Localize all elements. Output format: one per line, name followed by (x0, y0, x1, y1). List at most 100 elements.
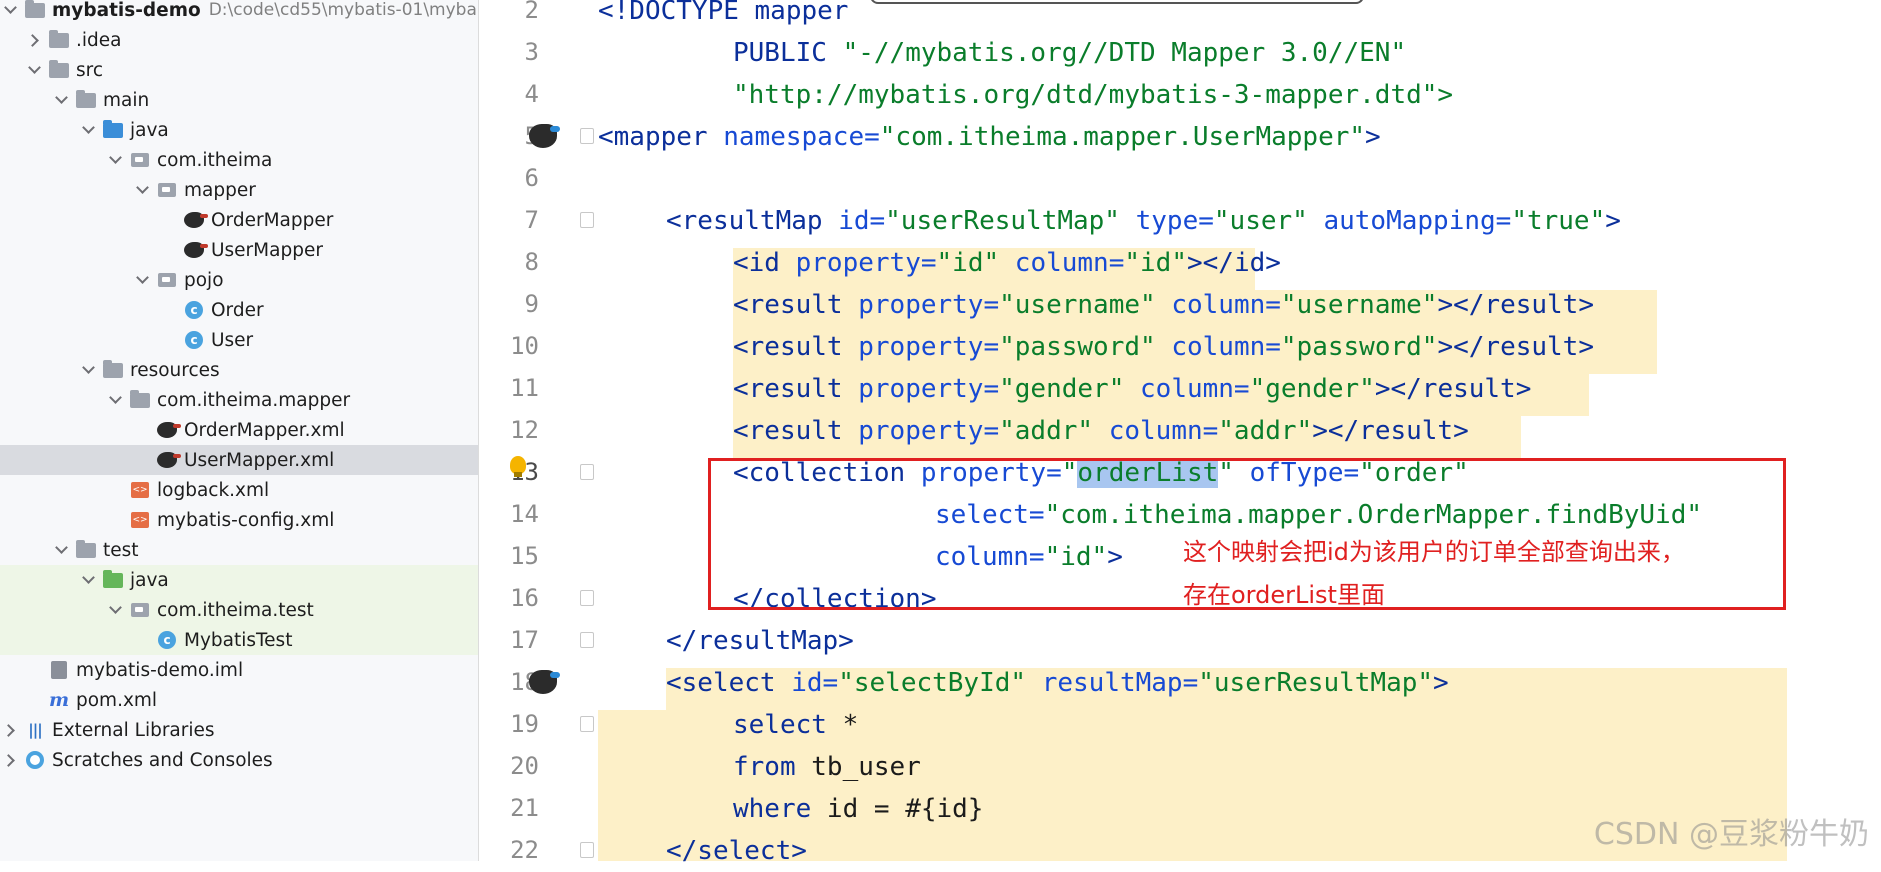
folder-icon (24, 0, 46, 19)
tree-item-mapper[interactable]: mapper (0, 175, 478, 205)
tree-item-ordermapper[interactable]: OrderMapper (0, 205, 478, 235)
tree-item-mybatistest[interactable]: c MybatisTest (0, 625, 478, 655)
fold-icon[interactable] (580, 842, 594, 858)
lightbulb-icon[interactable] (510, 456, 526, 477)
line-number: 15 (510, 542, 539, 570)
folder-icon (75, 539, 97, 559)
folder-icon (129, 389, 151, 409)
chevron-right-icon[interactable] (4, 753, 18, 767)
tree-item-iml[interactable]: mybatis-demo.iml (0, 655, 478, 685)
chevron-down-icon[interactable] (136, 183, 150, 197)
package-icon (156, 181, 178, 199)
tree-item-mybatis-config-xml[interactable]: <> mybatis-config.xml (0, 505, 478, 535)
chevron-down-icon[interactable] (136, 273, 150, 287)
fold-icon[interactable] (580, 212, 594, 228)
line-number: 8 (524, 248, 539, 276)
tree-item-usermapper-xml[interactable]: UserMapper.xml (0, 445, 478, 475)
line-number: 12 (510, 416, 539, 444)
tree-item-external-libraries[interactable]: ||| External Libraries (0, 715, 478, 745)
tree-item-root[interactable]: mybatis-demo D:\code\cd55\mybatis-01\myb… (0, 0, 478, 25)
package-icon (156, 271, 178, 289)
fold-icon[interactable] (580, 464, 594, 480)
line-number: 20 (510, 752, 539, 780)
tree-item-label: OrderMapper.xml (184, 419, 345, 441)
project-tree-panel: mybatis-demo D:\code\cd55\mybatis-01\myb… (0, 0, 479, 861)
chevron-down-icon[interactable] (109, 393, 123, 407)
source-folder-icon (102, 119, 124, 139)
tree-item-test[interactable]: test (0, 535, 478, 565)
chevron-down-icon[interactable] (109, 603, 123, 617)
chevron-down-icon[interactable] (55, 543, 69, 557)
project-path: D:\code\cd55\mybatis-01\myba (208, 0, 477, 20)
mybatis-navigate-icon[interactable] (529, 670, 560, 694)
chevron-down-icon[interactable] (55, 93, 69, 107)
tree-item-label: java (130, 119, 169, 141)
tree-item-label: OrderMapper (211, 209, 334, 231)
tree-item-label: logback.xml (157, 479, 270, 501)
tree-item-label: UserMapper.xml (184, 449, 335, 471)
tree-item-pom[interactable]: m pom.xml (0, 685, 478, 715)
fold-icon[interactable] (580, 632, 594, 648)
tree-item-idea[interactable]: .idea (0, 25, 478, 55)
class-icon: c (183, 301, 205, 319)
tree-item-com-itheima-test[interactable]: com.itheima.test (0, 595, 478, 625)
chevron-right-icon[interactable] (4, 723, 18, 737)
mybatis-bird-icon (156, 421, 181, 439)
code-line-22: </select> (666, 836, 807, 866)
tree-item-logback-xml[interactable]: <> logback.xml (0, 475, 478, 505)
tree-item-label: mybatis-demo.iml (76, 659, 244, 681)
tree-item-label: mybatis-config.xml (157, 509, 335, 531)
chevron-down-icon[interactable] (109, 153, 123, 167)
code-line-8: <id property= "id" column= "id" ></id> (733, 248, 1281, 278)
tree-item-order[interactable]: c Order (0, 295, 478, 325)
chevron-down-icon[interactable] (28, 63, 42, 77)
tree-item-label: java (130, 569, 169, 591)
chevron-right-icon[interactable] (28, 33, 42, 47)
tree-item-pojo[interactable]: pojo (0, 265, 478, 295)
line-number: 17 (510, 626, 539, 654)
mybatis-navigate-icon[interactable] (529, 124, 560, 148)
tree-item-label: Scratches and Consoles (52, 749, 273, 771)
line-number: 14 (510, 500, 539, 528)
watermark: CSDN @豆浆粉牛奶 (1593, 817, 1869, 852)
tree-item-test-java[interactable]: java (0, 565, 478, 595)
tree-item-label: User (211, 329, 254, 351)
folder-icon (75, 89, 97, 109)
tree-item-label: .idea (76, 29, 122, 51)
fold-icon[interactable] (580, 716, 594, 732)
tree-item-label: External Libraries (52, 719, 215, 741)
xml-file-icon: <> (129, 481, 151, 499)
tree-item-com-itheima-mapper[interactable]: com.itheima.mapper (0, 385, 478, 415)
line-number: 19 (510, 710, 539, 738)
chevron-down-icon[interactable] (4, 3, 18, 17)
tree-item-main[interactable]: main (0, 85, 478, 115)
line-number: 16 (510, 584, 539, 612)
package-icon (129, 601, 151, 619)
line-number: 4 (524, 80, 539, 108)
mybatis-bird-icon (183, 241, 208, 259)
folder-icon (48, 59, 70, 79)
line-number: 21 (510, 794, 539, 822)
fold-icon[interactable] (580, 590, 594, 606)
tree-item-src[interactable]: src (0, 55, 478, 85)
annotation-text: 这个映射会把id为该用户的订单全部查询出来， (1183, 538, 1685, 566)
maven-icon: m (48, 689, 70, 711)
line-number: 9 (524, 290, 539, 318)
tree-item-scratches[interactable]: Scratches and Consoles (0, 745, 478, 775)
tree-item-com-itheima[interactable]: com.itheima (0, 145, 478, 175)
chevron-down-icon[interactable] (82, 363, 96, 377)
tree-item-usermapper[interactable]: UserMapper (0, 235, 478, 265)
chevron-down-icon[interactable] (82, 123, 96, 137)
tree-item-java[interactable]: java (0, 115, 478, 145)
chevron-down-icon[interactable] (82, 573, 96, 587)
tree-item-resources[interactable]: resources (0, 355, 478, 385)
tree-item-label: UserMapper (211, 239, 323, 261)
scratches-icon (24, 751, 46, 769)
tree-item-label: test (103, 539, 139, 561)
class-icon: c (183, 331, 205, 349)
tree-item-ordermapper-xml[interactable]: OrderMapper.xml (0, 415, 478, 445)
code-line-21: where id = #{id} (733, 794, 984, 824)
fold-icon[interactable] (580, 128, 594, 144)
tree-item-label: com.itheima.test (157, 599, 314, 621)
tree-item-user[interactable]: c User (0, 325, 478, 355)
